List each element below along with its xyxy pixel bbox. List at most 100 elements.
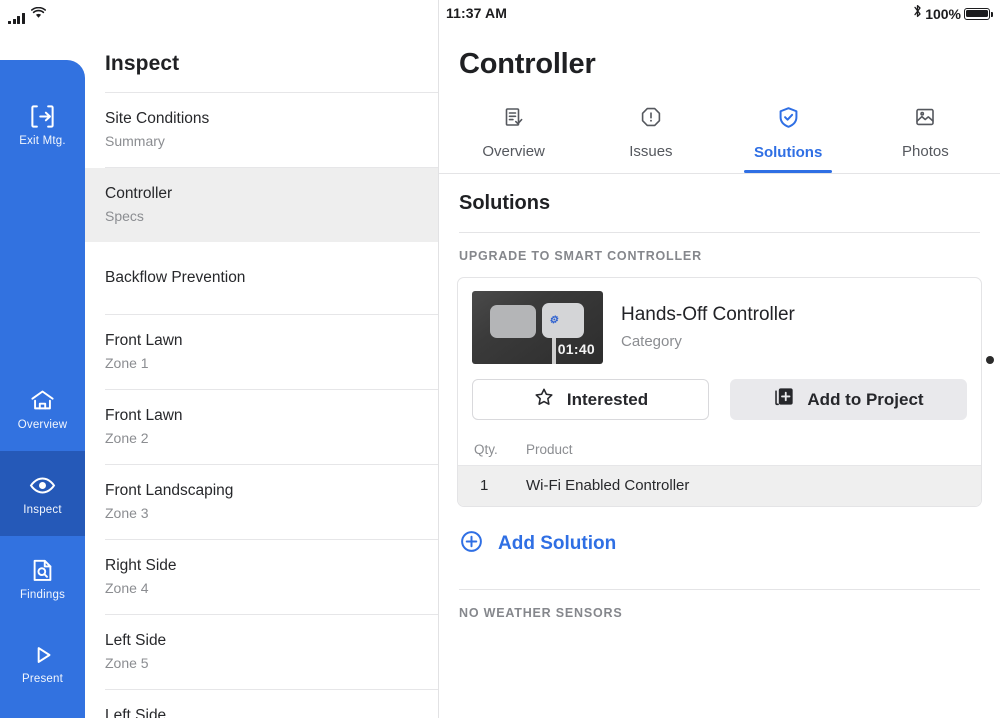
eye-icon (29, 472, 56, 499)
home-icon (29, 387, 56, 414)
group-label-no-weather-sensors: NO WEATHER SENSORS (459, 606, 623, 620)
list-item-front-lawn-zone-2[interactable]: Front Lawn Zone 2 (85, 390, 438, 464)
detail-panel: Controller Overview Issues Solutions Pho… (439, 30, 1000, 718)
interested-button-label: Interested (566, 389, 649, 409)
list-item-title: Front Lawn (105, 407, 183, 424)
exit-icon (29, 103, 56, 130)
list-item-title: Left Side (105, 632, 167, 649)
list-item-front-landscaping-zone-3[interactable]: Front Landscaping Zone 3 (85, 465, 438, 539)
tab-photos-label: Photos (902, 143, 949, 160)
list-item-title: Front Landscaping (105, 482, 234, 499)
add-to-project-button-label: Add to Project (807, 389, 924, 409)
list-item-subtitle: Specs (105, 208, 144, 224)
solution-product-info: Hands-Off Controller Category (621, 302, 795, 353)
alert-octagon-icon (639, 105, 663, 134)
solution-card: ⚙ 01:40 Hands-Off Controller Category In… (457, 277, 982, 507)
nav-item-findings[interactable]: Findings (0, 536, 85, 621)
cell-qty: 1 (480, 477, 489, 494)
list-item-subtitle: Zone 3 (105, 505, 149, 521)
nav-item-inspect-label: Inspect (23, 503, 62, 516)
nav-item-overview[interactable]: Overview (0, 366, 85, 451)
tab-overview[interactable]: Overview (445, 99, 582, 173)
wifi-icon (30, 6, 46, 24)
nav-item-exit-mtg-label: Exit Mtg. (19, 134, 66, 147)
section-title: Solutions (459, 192, 551, 214)
inspect-list-title: Inspect (105, 52, 180, 75)
list-item-left-side-zone-6[interactable]: Left Side Zone 6 (85, 690, 438, 718)
document-search-icon (29, 557, 56, 584)
nav-rail-spacer (0, 167, 85, 366)
tab-photos[interactable]: Photos (857, 99, 994, 173)
cursor-pointer (986, 356, 994, 364)
tab-underline (744, 170, 833, 173)
interested-button[interactable]: Interested (472, 379, 709, 420)
thumbnail-pole (552, 338, 556, 364)
cellular-signal-icon (8, 13, 25, 24)
list-item-title: Site Conditions (105, 110, 210, 127)
nav-item-present[interactable]: Present (0, 621, 85, 706)
battery-percent-label: 100% (925, 5, 961, 22)
product-name: Hands-Off Controller (621, 304, 795, 325)
star-icon (533, 386, 555, 413)
tab-solutions-label: Solutions (753, 144, 823, 161)
tab-issues[interactable]: Issues (582, 99, 719, 173)
add-solution-button[interactable]: Add Solution (439, 507, 1000, 559)
library-add-icon (773, 386, 795, 413)
list-item-site-conditions[interactable]: Site Conditions Summary (85, 93, 438, 167)
list-item-title: Backflow Prevention (105, 269, 246, 286)
status-bar-time: 11:37 AM (446, 5, 507, 21)
nav-item-findings-label: Findings (19, 588, 66, 601)
nav-item-exit-mtg[interactable]: Exit Mtg. (0, 82, 85, 167)
nav-item-present-label: Present (21, 673, 64, 685)
status-bar: 11:37 AM 100% (0, 0, 1000, 30)
shield-check-icon (776, 105, 801, 135)
video-duration-label: 01:40 (557, 341, 595, 357)
page-title: Controller (459, 48, 596, 80)
cell-product: Wi-Fi Enabled Controller (526, 477, 690, 494)
table-row[interactable]: 1 Wi-Fi Enabled Controller (458, 465, 981, 506)
list-item-subtitle: Zone 5 (105, 655, 149, 671)
tab-overview-label: Overview (482, 143, 545, 160)
list-item-subtitle: Zone 2 (105, 430, 149, 446)
list-item-left-side-zone-5[interactable]: Left Side Zone 5 (85, 615, 438, 689)
list-item-front-lawn-zone-1[interactable]: Front Lawn Zone 1 (85, 315, 438, 389)
play-icon (30, 642, 56, 668)
list-item-title: Right Side (105, 557, 177, 574)
thumbnail-device-left (490, 305, 536, 338)
plus-circle-icon (459, 529, 484, 559)
tab-bar: Overview Issues Solutions Photos (439, 99, 1000, 173)
add-solution-label: Add Solution (498, 533, 617, 554)
list-item-backflow-prevention[interactable]: Backflow Prevention (85, 242, 438, 314)
list-item-subtitle: Summary (105, 133, 165, 149)
battery-full-icon (964, 7, 994, 20)
nav-item-inspect[interactable]: Inspect (0, 451, 85, 536)
column-header-qty: Qty. (474, 442, 498, 457)
nav-rail: Exit Mtg. Overview Inspect Findings Pres… (0, 60, 85, 718)
list-item-title: Left Side (105, 707, 167, 718)
solution-card-header: ⚙ 01:40 Hands-Off Controller Category (458, 278, 981, 373)
photo-icon (913, 105, 937, 134)
tab-solutions[interactable]: Solutions (720, 99, 857, 173)
list-item-subtitle: Zone 4 (105, 580, 149, 596)
clipboard-check-icon (502, 105, 526, 134)
thumbnail-device-right: ⚙ (542, 303, 584, 338)
list-item-right-side-zone-4[interactable]: Right Side Zone 4 (85, 540, 438, 614)
status-bar-left (8, 6, 46, 24)
status-bar-right: 100% (913, 4, 994, 23)
nav-item-overview-label: Overview (17, 418, 68, 431)
bluetooth-icon (913, 4, 922, 23)
tab-issues-label: Issues (629, 143, 673, 160)
product-category: Category (621, 333, 682, 350)
video-thumbnail[interactable]: ⚙ 01:40 (472, 291, 603, 364)
list-item-title: Front Lawn (105, 332, 183, 349)
inspect-list-panel: Inspect Site Conditions Summary Controll… (85, 30, 438, 718)
column-header-product: Product (526, 442, 573, 457)
list-item-title: Controller (105, 185, 173, 202)
product-table-header: Qty. Product (458, 434, 981, 465)
add-to-project-button[interactable]: Add to Project (730, 379, 967, 420)
list-item-subtitle: Zone 1 (105, 355, 149, 371)
app-root: 11:37 AM 100% Exit Mtg. Overview Inspect… (0, 0, 1000, 718)
solution-card-actions: Interested Add to Project (458, 373, 981, 434)
list-item-controller[interactable]: Controller Specs (85, 168, 438, 242)
group-label-upgrade-to-smart-controller: UPGRADE TO SMART CONTROLLER (459, 249, 702, 263)
